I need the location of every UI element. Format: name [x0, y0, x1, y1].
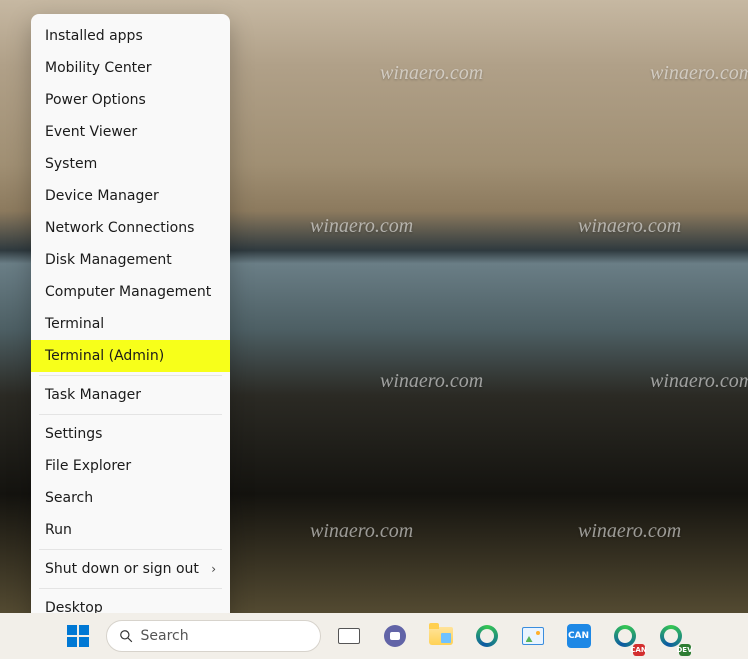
menu-item-label: Mobility Center: [45, 60, 152, 76]
menu-item-search[interactable]: Search: [31, 482, 230, 514]
menu-item-label: Task Manager: [45, 387, 141, 403]
menu-item-task-manager[interactable]: Task Manager: [31, 379, 230, 411]
menu-item-label: Computer Management: [45, 284, 211, 300]
menu-item-device-manager[interactable]: Device Manager: [31, 180, 230, 212]
menu-item-disk-management[interactable]: Disk Management: [31, 244, 230, 276]
file-explorer-button[interactable]: [423, 618, 459, 654]
menu-item-label: Terminal (Admin): [45, 348, 164, 364]
search-placeholder: Search: [141, 628, 189, 644]
menu-separator: [39, 549, 222, 550]
edge-canary-button[interactable]: CAN: [607, 618, 643, 654]
menu-item-power-options[interactable]: Power Options: [31, 84, 230, 116]
menu-item-settings[interactable]: Settings: [31, 418, 230, 450]
edge-icon: [614, 625, 636, 647]
menu-item-file-explorer[interactable]: File Explorer: [31, 450, 230, 482]
menu-item-label: Installed apps: [45, 28, 143, 44]
pinned-app-can-button[interactable]: CAN: [561, 618, 597, 654]
canary-badge: CAN: [633, 644, 645, 656]
search-icon: [119, 629, 133, 643]
chat-icon: [384, 625, 406, 647]
menu-item-label: Device Manager: [45, 188, 159, 204]
menu-item-run[interactable]: Run: [31, 514, 230, 546]
chat-button[interactable]: [377, 618, 413, 654]
menu-separator: [39, 588, 222, 589]
menu-item-label: Run: [45, 522, 72, 538]
menu-item-terminal-admin[interactable]: Terminal (Admin): [31, 340, 230, 372]
menu-item-system[interactable]: System: [31, 148, 230, 180]
chevron-right-icon: ›: [211, 562, 216, 576]
menu-item-label: Event Viewer: [45, 124, 137, 140]
menu-item-event-viewer[interactable]: Event Viewer: [31, 116, 230, 148]
menu-item-installed-apps[interactable]: Installed apps: [31, 20, 230, 52]
menu-item-label: Terminal: [45, 316, 104, 332]
menu-item-label: Power Options: [45, 92, 146, 108]
start-button[interactable]: [60, 618, 96, 654]
menu-item-computer-management[interactable]: Computer Management: [31, 276, 230, 308]
folder-icon: [429, 627, 453, 645]
taskbar: Search CAN CAN DEV: [0, 613, 748, 659]
edge-icon: [476, 625, 498, 647]
task-view-icon: [338, 628, 360, 644]
menu-separator: [39, 414, 222, 415]
winx-context-menu: Installed apps Mobility Center Power Optio…: [31, 14, 230, 630]
photos-button[interactable]: [515, 618, 551, 654]
menu-item-label: File Explorer: [45, 458, 131, 474]
menu-item-terminal[interactable]: Terminal: [31, 308, 230, 340]
menu-item-label: Disk Management: [45, 252, 172, 268]
app-can-icon: CAN: [567, 624, 591, 648]
menu-item-label: Settings: [45, 426, 102, 442]
menu-item-label: Shut down or sign out: [45, 561, 199, 577]
menu-item-mobility-center[interactable]: Mobility Center: [31, 52, 230, 84]
menu-item-label: Search: [45, 490, 93, 506]
menu-separator: [39, 375, 222, 376]
menu-item-label: System: [45, 156, 97, 172]
photos-icon: [522, 627, 544, 645]
taskbar-search-box[interactable]: Search: [106, 620, 321, 652]
edge-dev-button[interactable]: DEV: [653, 618, 689, 654]
dev-badge: DEV: [679, 644, 691, 656]
windows-logo-icon: [66, 624, 90, 648]
menu-item-label: Network Connections: [45, 220, 194, 236]
edge-icon: [660, 625, 682, 647]
task-view-button[interactable]: [331, 618, 367, 654]
menu-item-shut-down-or-sign-out[interactable]: Shut down or sign out ›: [31, 553, 230, 585]
menu-item-network-connections[interactable]: Network Connections: [31, 212, 230, 244]
edge-button[interactable]: [469, 618, 505, 654]
